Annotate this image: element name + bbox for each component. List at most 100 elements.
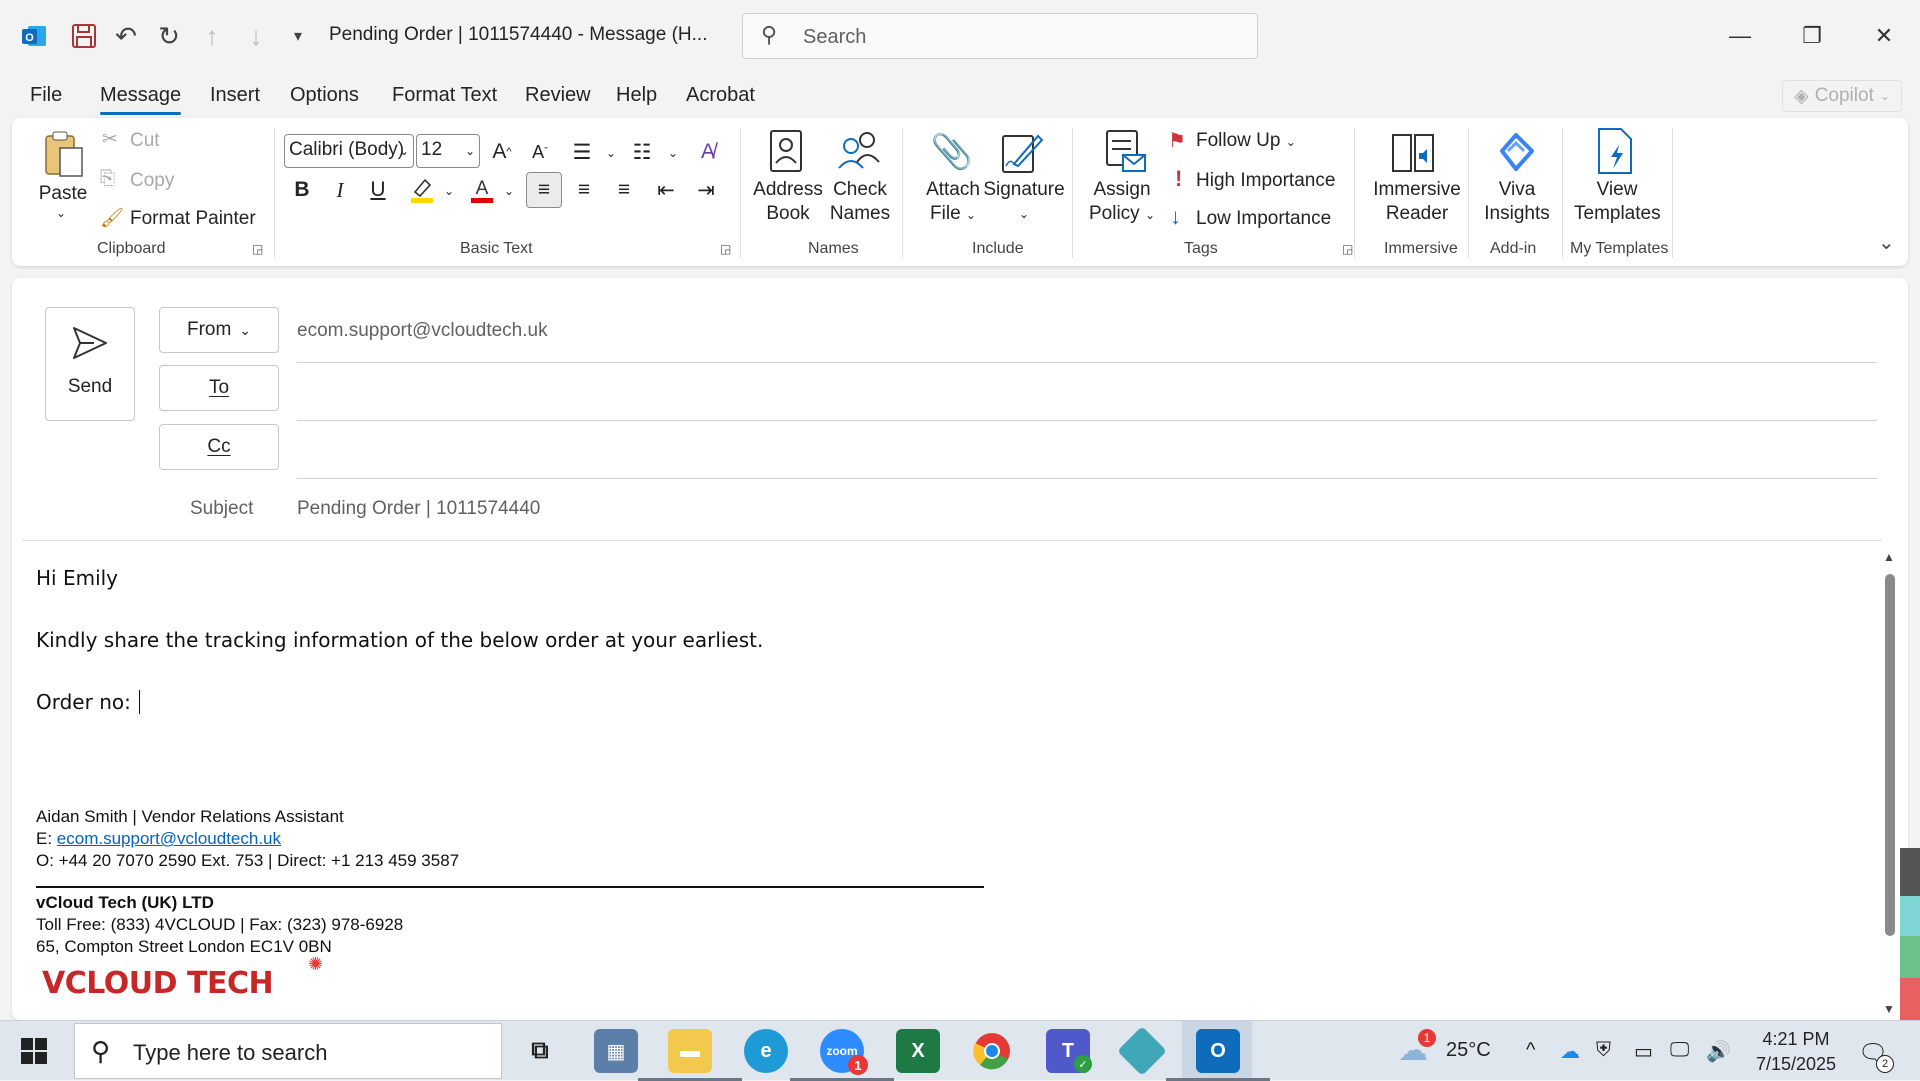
assign-policy-icon[interactable] (1100, 128, 1148, 176)
numbering-dropdown-icon[interactable]: ⌄ (668, 146, 678, 160)
volume-icon[interactable]: 🔊 (1706, 1039, 1731, 1064)
immersive-reader-button[interactable]: Immersive Reader (1372, 178, 1462, 226)
tab-file[interactable]: File (30, 84, 62, 107)
tab-acrobat[interactable]: Acrobat (686, 84, 755, 107)
to-button[interactable]: To (159, 365, 279, 411)
task-view-icon[interactable]: ⧉ (518, 1029, 562, 1073)
clock[interactable]: 4:21 PM 7/15/2025 (1746, 1027, 1846, 1077)
paste-icon[interactable] (40, 128, 88, 182)
outlook-taskbar-icon[interactable]: O (1166, 1029, 1270, 1081)
edge-icon[interactable]: e (744, 1029, 788, 1073)
check-names-button[interactable]: Check Names (828, 178, 892, 226)
font-color-dropdown-icon[interactable]: ⌄ (504, 184, 514, 198)
scroll-up-icon[interactable]: ▲ (1883, 550, 1895, 564)
taskbar-search-input[interactable]: ⚲ Type here to search (74, 1023, 502, 1079)
address-book-icon[interactable] (764, 128, 808, 174)
vertical-scrollbar[interactable]: ▲ ▼ (1878, 546, 1900, 1018)
paperclip-icon[interactable]: 📎 (931, 128, 973, 176)
bullets-button[interactable]: ☰ (564, 134, 600, 170)
bullets-dropdown-icon[interactable]: ⌄ (606, 146, 616, 160)
align-left-button[interactable]: ≡ (526, 172, 562, 208)
chrome-icon[interactable] (970, 1029, 1014, 1073)
copilot-button[interactable]: ◈ Copilot ⌄ (1782, 80, 1902, 112)
customize-toolbar-icon[interactable]: ▾ (282, 20, 314, 52)
numbering-button[interactable]: ☷ (624, 134, 660, 170)
next-item-icon[interactable]: ↓ (240, 20, 272, 52)
font-color-button[interactable]: A (464, 172, 500, 208)
viva-insights-icon[interactable] (1492, 128, 1542, 176)
calculator-icon[interactable]: ▦ (594, 1029, 638, 1073)
temperature[interactable]: 25°C (1446, 1039, 1491, 1062)
scroll-thumb[interactable] (1885, 574, 1895, 936)
file-explorer-icon[interactable]: ▬ (638, 1029, 742, 1081)
cut-button[interactable]: Cut (130, 130, 160, 152)
address-book-button[interactable]: Address Book (752, 178, 824, 226)
low-importance-button[interactable]: Low Importance (1196, 208, 1331, 230)
signature-icon[interactable] (998, 128, 1046, 176)
signature-button[interactable]: Signature ⌄ (982, 178, 1066, 226)
collapse-ribbon-icon[interactable]: ⌄ (1878, 230, 1895, 255)
save-icon[interactable] (68, 20, 100, 52)
highlight-button[interactable] (404, 172, 440, 208)
tab-options[interactable]: Options (290, 84, 359, 107)
battery-icon[interactable]: ▭ (1634, 1039, 1653, 1064)
italic-button[interactable]: I (322, 172, 358, 208)
app-diamond-icon[interactable] (1117, 1026, 1167, 1076)
redo-icon[interactable]: ↻ (153, 20, 185, 52)
font-name-select[interactable]: Calibri (Body) ⌄ (284, 134, 414, 168)
cc-field[interactable] (297, 428, 1877, 468)
check-names-icon[interactable] (834, 128, 884, 174)
signature-email-link[interactable]: ecom.support@vcloudtech.uk (57, 829, 281, 848)
network-icon[interactable]: 🖵 (1670, 1039, 1689, 1062)
high-importance-button[interactable]: High Importance (1196, 170, 1335, 192)
show-hidden-icons-icon[interactable]: ^ (1526, 1039, 1535, 1062)
search-input[interactable]: ⚲ Search (742, 13, 1258, 59)
bold-button[interactable]: B (284, 172, 320, 208)
copy-button[interactable]: Copy (130, 170, 174, 192)
clipboard-launcher-icon[interactable]: ◲ (252, 242, 263, 256)
format-painter-button[interactable]: Format Painter (130, 208, 256, 230)
cc-button[interactable]: Cc (159, 424, 279, 470)
tab-review[interactable]: Review (525, 84, 591, 107)
tab-insert[interactable]: Insert (210, 84, 260, 107)
teams-icon[interactable]: T ✓ (1046, 1029, 1092, 1073)
attach-file-button[interactable]: Attach File ⌄ (918, 178, 988, 227)
align-right-button[interactable]: ≡ (606, 172, 642, 208)
undo-icon[interactable]: ↶ (110, 20, 142, 52)
security-icon[interactable]: ⛨ (1596, 1039, 1611, 1062)
increase-indent-button[interactable]: ⇥ (688, 172, 724, 208)
viva-insights-button[interactable]: Viva Insights (1482, 178, 1552, 226)
subject-field[interactable]: Pending Order | 1011574440 (297, 498, 1877, 526)
underline-button[interactable]: U (360, 172, 396, 208)
windows-start-icon[interactable] (20, 1037, 48, 1070)
restore-button[interactable]: ❐ (1792, 18, 1832, 54)
clear-formatting-button[interactable]: A̸ (690, 134, 726, 170)
tags-launcher-icon[interactable]: ◲ (1342, 242, 1353, 256)
paste-label[interactable]: Paste (38, 182, 88, 206)
highlight-dropdown-icon[interactable]: ⌄ (444, 184, 454, 198)
follow-up-button[interactable]: Follow Up ⌄ (1196, 130, 1296, 152)
onedrive-icon[interactable]: ☁ (1560, 1039, 1580, 1064)
send-button[interactable]: Send (45, 307, 135, 421)
view-templates-button[interactable]: View Templates (1574, 178, 1661, 226)
view-templates-icon[interactable] (1592, 126, 1638, 176)
previous-item-icon[interactable]: ↑ (196, 20, 228, 52)
zoom-icon[interactable]: zoom 1 (790, 1029, 894, 1081)
to-field[interactable] (297, 368, 1877, 408)
tab-help[interactable]: Help (616, 84, 657, 107)
message-body[interactable]: Hi Emily Kindly share the tracking infor… (36, 566, 984, 1001)
from-button[interactable]: From ⌄ (159, 307, 279, 353)
paste-dropdown-icon[interactable]: ⌄ (56, 206, 66, 220)
excel-icon[interactable]: X (896, 1029, 940, 1073)
assign-policy-button[interactable]: Assign Policy ⌄ (1086, 178, 1158, 227)
scroll-down-icon[interactable]: ▼ (1883, 1002, 1895, 1016)
grow-font-button[interactable]: A ^ (484, 134, 520, 170)
close-button[interactable]: ✕ (1864, 18, 1904, 54)
shrink-font-button[interactable]: Aˇ (522, 134, 558, 170)
font-size-select[interactable]: 12 ⌄ (416, 134, 480, 168)
align-center-button[interactable]: ≡ (566, 172, 602, 208)
tab-format-text[interactable]: Format Text (392, 84, 497, 107)
basic-text-launcher-icon[interactable]: ◲ (720, 242, 731, 256)
tab-message[interactable]: Message (100, 84, 182, 115)
decrease-indent-button[interactable]: ⇤ (648, 172, 684, 208)
